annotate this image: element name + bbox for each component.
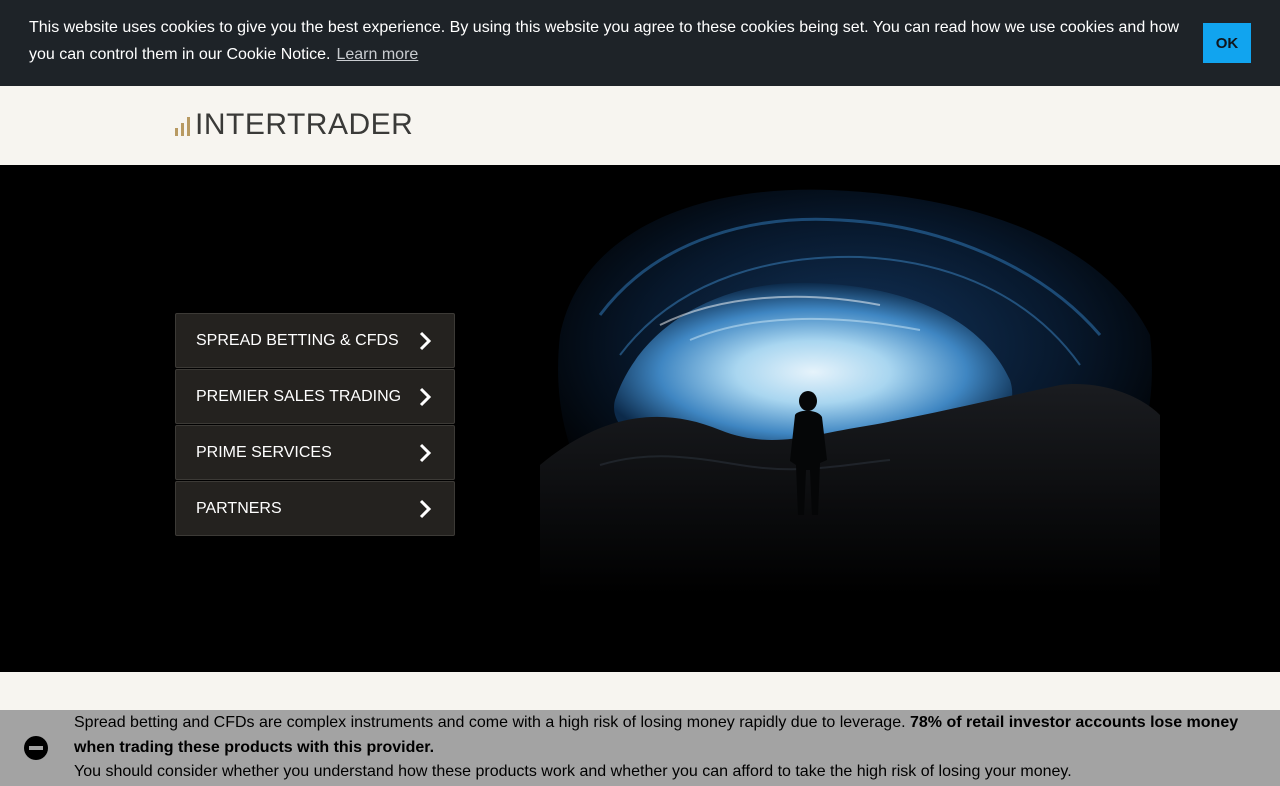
logo-bars-icon — [175, 117, 190, 136]
nav-item-premier-sales-trading[interactable]: PREMIER SALES TRADING — [175, 369, 455, 424]
nav-menu: SPREAD BETTING & CFDS PREMIER SALES TRAD… — [175, 313, 455, 537]
risk-warning-bar: Spread betting and CFDs are complex inst… — [0, 710, 1280, 786]
site-header: INTERTRADER — [0, 86, 1280, 165]
nav-item-label: PREMIER SALES TRADING — [196, 387, 402, 405]
nav-item-partners[interactable]: PARTNERS — [175, 481, 455, 536]
cookie-ok-button[interactable]: OK — [1203, 23, 1251, 63]
collapse-minus-icon[interactable] — [24, 736, 48, 760]
ice-cave-image — [540, 189, 1160, 595]
logo-text: INTERTRADER — [195, 108, 414, 141]
chevron-right-icon — [419, 387, 432, 406]
nav-item-label: PARTNERS — [196, 499, 282, 517]
intertrader-logo[interactable]: INTERTRADER — [175, 110, 413, 140]
nav-item-label: SPREAD BETTING & CFDS — [196, 331, 399, 349]
nav-item-prime-services[interactable]: PRIME SERVICES — [175, 425, 455, 480]
nav-item-label: PRIME SERVICES — [196, 443, 332, 461]
nav-item-spread-betting[interactable]: SPREAD BETTING & CFDS — [175, 313, 455, 368]
cookie-message-text: This website uses cookies to give you th… — [29, 19, 1180, 63]
chevron-right-icon — [419, 499, 432, 518]
risk-warning-text: Spread betting and CFDs are complex inst… — [74, 711, 1269, 785]
risk-text-1: Spread betting and CFDs are complex inst… — [74, 714, 906, 731]
chevron-right-icon — [419, 443, 432, 462]
cookie-message: This website uses cookies to give you th… — [29, 14, 1189, 68]
cookie-banner: This website uses cookies to give you th… — [0, 0, 1280, 86]
chevron-right-icon — [419, 331, 432, 350]
hero-section: SPREAD BETTING & CFDS PREMIER SALES TRAD… — [0, 165, 1280, 672]
risk-text-2: You should consider whether you understa… — [74, 763, 1072, 780]
learn-more-link[interactable]: Learn more — [336, 46, 418, 63]
